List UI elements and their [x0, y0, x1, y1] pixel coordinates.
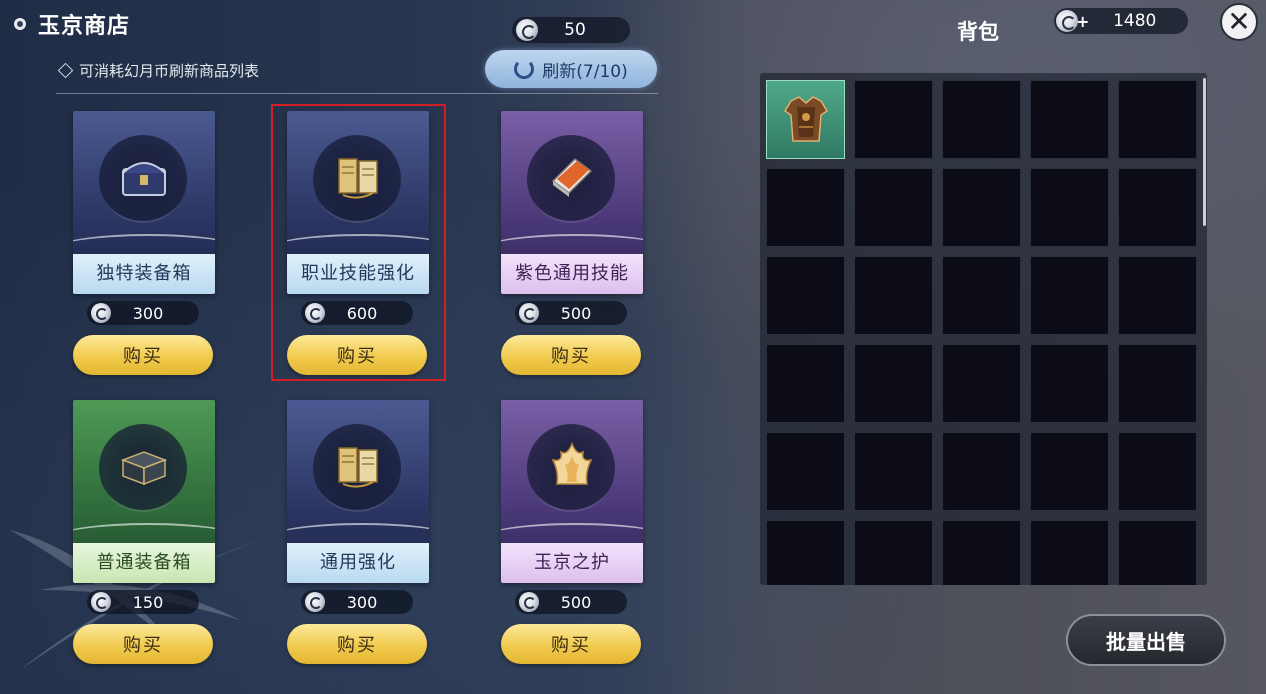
item-name: 独特装备箱	[73, 254, 215, 294]
item-name: 玉京之护	[501, 543, 643, 583]
moon-coin-plus-icon	[1056, 10, 1078, 32]
flame-emblem-icon	[551, 442, 593, 485]
refresh-hint: 可消耗幻月币刷新商品列表	[57, 60, 260, 81]
shop-item-card[interactable]: 通用强化	[287, 400, 429, 583]
close-icon: ✕	[1227, 5, 1251, 38]
moon-coin-icon	[519, 592, 539, 612]
bag-slot[interactable]	[1030, 80, 1109, 159]
bag-slot[interactable]	[1118, 168, 1197, 247]
bag-slot[interactable]	[1030, 344, 1109, 423]
bag-slot[interactable]	[1030, 432, 1109, 511]
shop-title: 玉京商店	[14, 8, 130, 40]
bag-slot[interactable]	[942, 80, 1021, 159]
bag-slot[interactable]	[854, 432, 933, 511]
bag-slot[interactable]	[942, 168, 1021, 247]
bag-slot[interactable]	[942, 256, 1021, 335]
bag-slot[interactable]	[854, 256, 933, 335]
selection-highlight	[271, 104, 446, 381]
bag-slot[interactable]	[854, 520, 933, 585]
bag-grid	[766, 80, 1197, 585]
bag-slot[interactable]	[1118, 344, 1197, 423]
bag-currency-amount: 1480	[1113, 11, 1157, 31]
item-price-value: 300	[132, 303, 164, 323]
shop-item-card[interactable]: 紫色通用技能	[501, 111, 643, 294]
buy-button[interactable]: 购买	[501, 335, 641, 375]
bag-slot[interactable]	[766, 256, 845, 335]
item-price: 500	[515, 301, 627, 325]
shop-currency-display: 50	[512, 17, 630, 43]
refresh-button[interactable]: 刷新(7/10)	[485, 50, 657, 88]
equipment-box-icon	[120, 451, 168, 486]
item-price: 300	[87, 301, 199, 325]
item-price: 150	[87, 590, 199, 614]
plus-icon: +	[1076, 11, 1090, 31]
bag-slot[interactable]	[942, 520, 1021, 585]
bag-slot[interactable]	[942, 432, 1021, 511]
bag-currency-display: + 1480	[1054, 8, 1188, 34]
bag-slot[interactable]	[766, 432, 845, 511]
divider	[56, 93, 658, 94]
shop-item-card[interactable]: 玉京之护	[501, 400, 643, 583]
item-price: 500	[515, 590, 627, 614]
item-price-value: 500	[560, 303, 592, 323]
bag-slot[interactable]	[1118, 520, 1197, 585]
buy-button[interactable]: 购买	[501, 624, 641, 664]
item-price-value: 150	[132, 592, 164, 612]
bag-slot[interactable]	[1118, 432, 1197, 511]
item-name: 通用强化	[287, 543, 429, 583]
refresh-hint-text: 可消耗幻月币刷新商品列表	[79, 62, 260, 80]
buy-button[interactable]: 购买	[73, 624, 213, 664]
shop-currency-amount: 50	[564, 20, 586, 40]
bag-slot[interactable]	[1030, 256, 1109, 335]
item-price-value: 300	[346, 592, 378, 612]
buy-button[interactable]: 购买	[287, 624, 427, 664]
treasure-chest-icon	[122, 162, 166, 196]
skill-book-icon	[551, 158, 593, 197]
bag-panel	[760, 73, 1207, 585]
moon-coin-icon	[519, 303, 539, 323]
shop-title-text: 玉京商店	[38, 13, 131, 39]
buy-button[interactable]: 购买	[73, 335, 213, 375]
refresh-icon	[514, 59, 535, 79]
skill-scroll-icon	[338, 447, 378, 488]
item-price: 300	[301, 590, 413, 614]
bag-scrollbar[interactable]	[1203, 78, 1206, 226]
diamond-bullet-icon	[57, 62, 74, 79]
bag-slot[interactable]	[1118, 80, 1197, 159]
bronze-armor-icon	[783, 96, 829, 142]
close-button[interactable]: ✕	[1220, 3, 1258, 41]
item-price-value: 500	[560, 592, 592, 612]
bag-slot[interactable]	[766, 80, 845, 159]
bag-slot[interactable]	[1030, 168, 1109, 247]
bag-slot[interactable]	[1118, 256, 1197, 335]
menu-dot-icon	[14, 18, 26, 30]
bag-title: 背包	[957, 19, 999, 44]
shop-item-card[interactable]: 普通装备箱	[73, 400, 215, 583]
moon-coin-icon	[305, 592, 325, 612]
moon-coin-icon	[91, 303, 111, 323]
bag-slot[interactable]	[854, 168, 933, 247]
bag-slot[interactable]	[766, 344, 845, 423]
bag-slot[interactable]	[1030, 520, 1109, 585]
bag-slot[interactable]	[854, 344, 933, 423]
refresh-button-label: 刷新(7/10)	[542, 61, 628, 82]
bag-slot[interactable]	[854, 80, 933, 159]
item-name: 紫色通用技能	[501, 254, 643, 294]
moon-coin-icon	[91, 592, 111, 612]
item-name: 普通装备箱	[73, 543, 215, 583]
bag-slot[interactable]	[766, 168, 845, 247]
shop-item-card[interactable]: 独特装备箱	[73, 111, 215, 294]
bag-slot[interactable]	[942, 344, 1021, 423]
bulk-sell-button[interactable]: 批量出售	[1066, 614, 1226, 666]
bag-slot[interactable]	[766, 520, 845, 585]
moon-coin-icon	[516, 19, 538, 41]
